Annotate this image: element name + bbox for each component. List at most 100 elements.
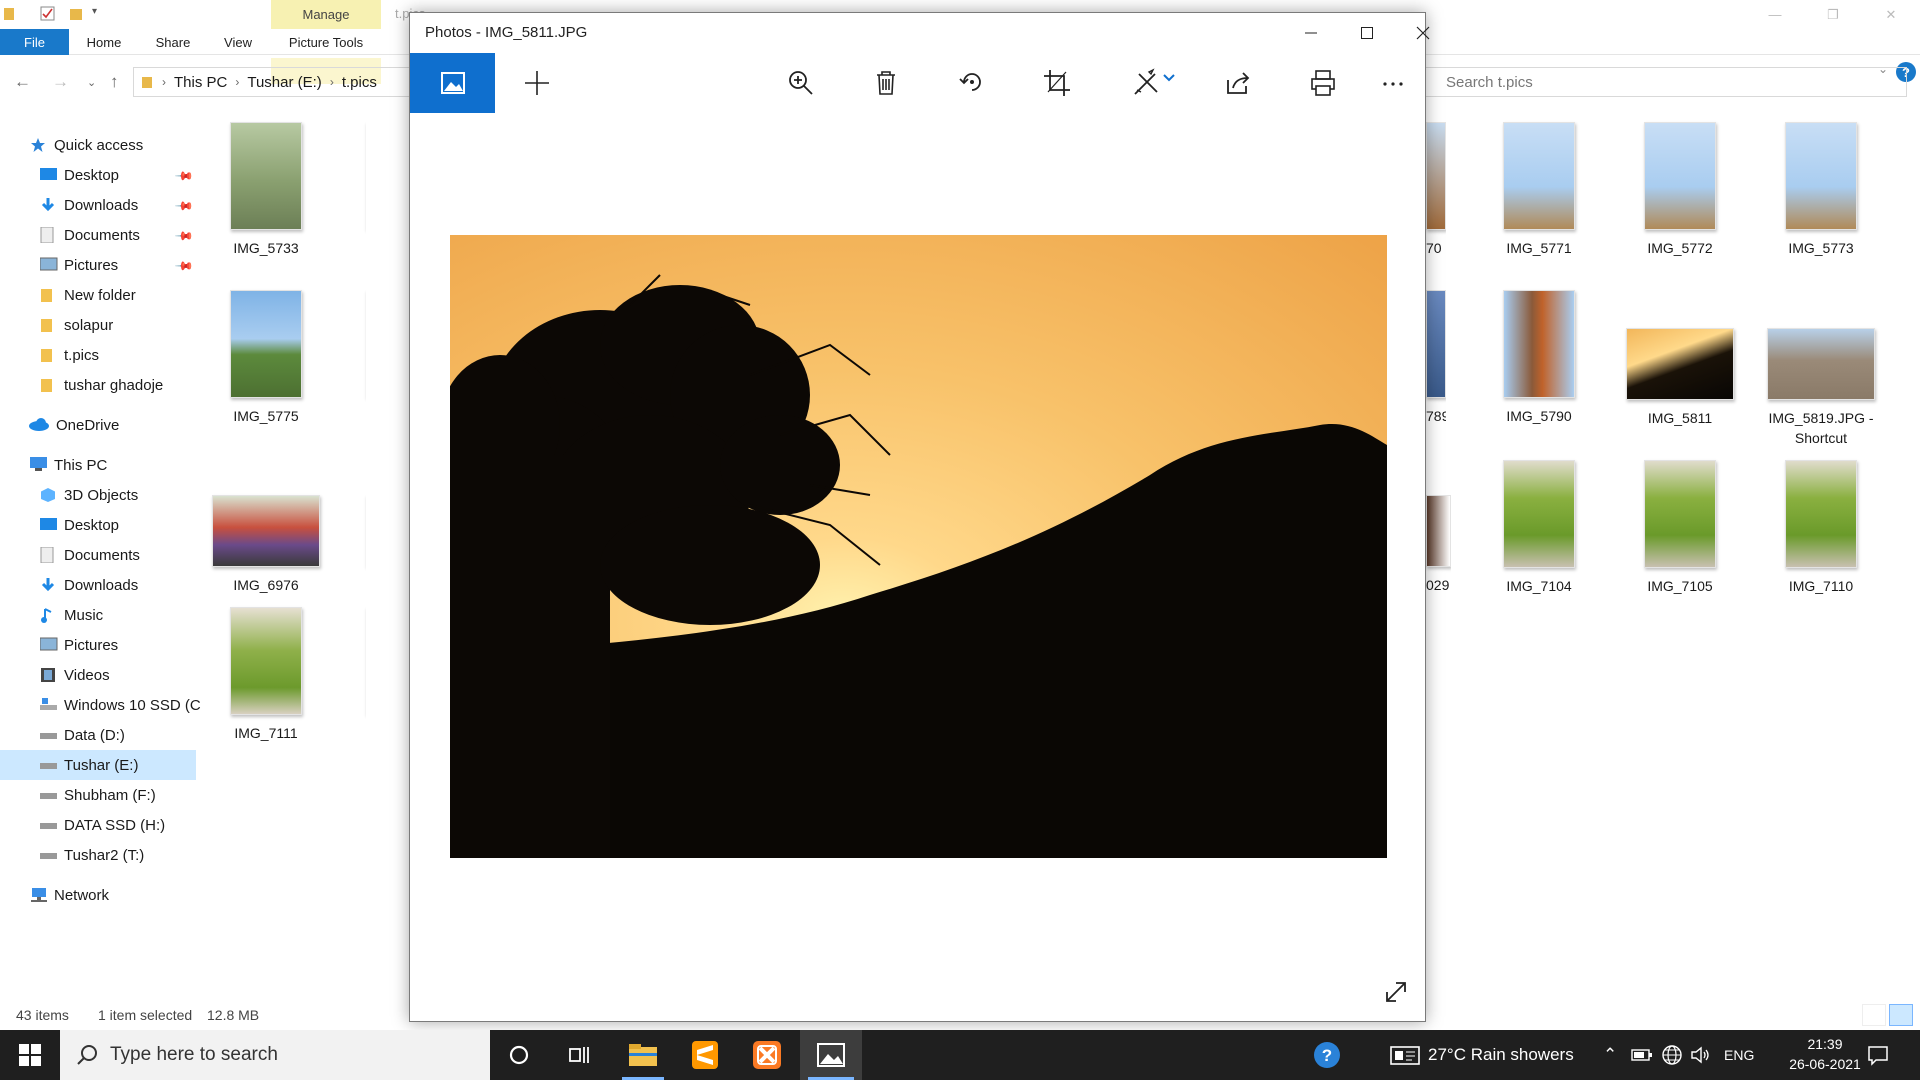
nav-drive-f[interactable]: Shubham (F:) [40, 780, 156, 810]
file-item[interactable]: IMG_7111 [196, 607, 336, 743]
restore-icon[interactable]: ❐ [1804, 0, 1862, 29]
nav-downloads[interactable]: Downloads [40, 190, 138, 220]
nav-desktop[interactable]: Desktop [40, 160, 119, 190]
network-tray[interactable] [1661, 1030, 1683, 1080]
nav-solapur[interactable]: solapur [40, 310, 113, 340]
nav-t-pics[interactable]: t.pics [40, 340, 99, 370]
photo-view[interactable] [450, 235, 1387, 858]
nav-pc-desktop[interactable]: Desktop [40, 510, 119, 540]
file-item[interactable]: IMG_5771 [1469, 122, 1609, 258]
nav-pc-pictures[interactable]: Pictures [39, 630, 118, 660]
nav-drive-t[interactable]: Tushar2 (T:) [40, 840, 144, 870]
close-button[interactable] [1395, 13, 1451, 53]
breadcrumb-tushar-e[interactable]: Tushar (E:) [247, 74, 321, 91]
nav-pictures[interactable]: Pictures [39, 250, 118, 280]
breadcrumb-this-pc[interactable]: This PC [174, 74, 227, 91]
clock[interactable]: 21:39 26-06-2021 [1770, 1034, 1880, 1074]
crop-button[interactable] [1029, 53, 1085, 113]
nav-drive-d[interactable]: Data (D:) [40, 720, 125, 750]
sublime-text-taskbar-button[interactable] [676, 1030, 734, 1080]
xampp-taskbar-button[interactable] [738, 1030, 796, 1080]
up-icon[interactable]: ↑ [110, 72, 119, 92]
tab-picture-tools[interactable]: Picture Tools [271, 29, 381, 55]
nav-pc-documents[interactable]: Documents [40, 540, 140, 570]
tab-view[interactable]: View [213, 29, 263, 55]
tab-home[interactable]: Home [76, 29, 132, 55]
cortana-button[interactable] [490, 1030, 548, 1080]
photos-taskbar-button[interactable] [800, 1030, 862, 1080]
nav-documents[interactable]: Documents [40, 220, 140, 250]
taskbar-search-input[interactable]: Type here to search [60, 1030, 490, 1080]
file-item[interactable]: IM [336, 122, 366, 258]
search-input[interactable]: Search t.pics [1415, 67, 1907, 97]
tab-share[interactable]: Share [147, 29, 199, 55]
forward-icon[interactable]: → [52, 72, 69, 92]
file-item[interactable]: IMG_5772 [1610, 122, 1750, 258]
back-icon[interactable]: ← [14, 72, 31, 92]
nav-videos[interactable]: Videos [40, 660, 110, 690]
delete-button[interactable] [858, 53, 914, 113]
file-item[interactable]: IM [336, 607, 366, 743]
tab-file[interactable]: File [0, 29, 69, 55]
address-bar[interactable]: › This PC › Tushar (E:) › t.pics [133, 67, 413, 97]
help-tray-button[interactable]: ? [1312, 1030, 1342, 1080]
nav-tushar-ghadoje[interactable]: tushar ghadoje [40, 370, 163, 400]
full-screen-button[interactable] [1382, 978, 1410, 1006]
more-options-button[interactable] [1365, 53, 1421, 113]
rotate-button[interactable] [944, 53, 1000, 113]
properties-icon[interactable] [40, 6, 55, 22]
file-item[interactable]: IMG_5775 [196, 290, 336, 426]
file-item[interactable]: IMG_5790 [1469, 290, 1609, 426]
zoom-button[interactable] [773, 53, 829, 113]
manage-tab-header[interactable]: Manage [271, 0, 381, 29]
file-item[interactable]: IM [336, 290, 366, 426]
recent-locations-icon[interactable]: ⌄ [87, 76, 96, 89]
file-item[interactable]: 789 [1426, 290, 1446, 426]
minimize-button[interactable] [1283, 13, 1339, 53]
maximize-button[interactable] [1339, 13, 1395, 53]
file-item[interactable]: IMG_5773 [1751, 122, 1891, 258]
file-item[interactable]: IMG_5811 [1610, 328, 1750, 428]
nav-drive-c[interactable]: Windows 10 SSD (C [40, 690, 201, 720]
file-item[interactable]: 70 [1426, 122, 1446, 258]
nav-quick-access[interactable]: Quick access [30, 130, 143, 160]
file-item[interactable]: IMG_7105 [1610, 460, 1750, 596]
large-icons-view-button[interactable] [1889, 1004, 1913, 1026]
breadcrumb-t-pics[interactable]: t.pics [342, 74, 377, 91]
customize-qat-icon[interactable]: ▾ [92, 6, 106, 22]
see-all-photos-button[interactable] [410, 53, 495, 113]
close-icon[interactable]: ✕ [1862, 0, 1920, 29]
file-item[interactable]: 029 [1426, 495, 1451, 595]
file-item[interactable]: IMG_6976 [196, 495, 336, 595]
show-hidden-icons-button[interactable]: ⌃ [1603, 1030, 1617, 1080]
volume-tray[interactable] [1690, 1030, 1712, 1080]
file-item[interactable]: IM [336, 495, 366, 595]
share-button[interactable] [1210, 53, 1266, 113]
file-item[interactable]: IMG_5733 [196, 122, 336, 258]
start-button[interactable] [0, 1030, 60, 1080]
nav-drive-e[interactable]: Tushar (E:) [0, 750, 196, 780]
new-folder-icon[interactable] [70, 6, 84, 22]
print-button[interactable] [1295, 53, 1351, 113]
file-item[interactable]: IMG_7110 [1751, 460, 1891, 596]
nav-3d-objects[interactable]: 3D Objects [40, 480, 138, 510]
edit-create-button[interactable] [1120, 53, 1186, 113]
battery-tray[interactable] [1631, 1030, 1653, 1080]
details-view-button[interactable] [1862, 1004, 1886, 1026]
nav-onedrive[interactable]: OneDrive [28, 410, 119, 440]
nav-drive-h[interactable]: DATA SSD (H:) [40, 810, 165, 840]
minimize-icon[interactable]: — [1746, 0, 1804, 29]
nav-music[interactable]: Music [40, 600, 103, 630]
file-item[interactable]: IMG_7104 [1469, 460, 1609, 596]
nav-pc-downloads[interactable]: Downloads [40, 570, 138, 600]
nav-this-pc[interactable]: This PC [30, 450, 107, 480]
weather-widget[interactable]: 27°C Rain showers [1390, 1030, 1574, 1080]
nav-network[interactable]: Network [30, 880, 109, 910]
action-center-button[interactable] [1867, 1030, 1889, 1080]
task-view-button[interactable] [551, 1030, 609, 1080]
nav-new-folder[interactable]: New folder [40, 280, 136, 310]
input-language[interactable]: ENG [1724, 1030, 1754, 1080]
file-explorer-taskbar-button[interactable] [614, 1030, 672, 1080]
file-item[interactable]: IMG_5819.JPG - Shortcut [1751, 328, 1891, 448]
add-to-button[interactable] [509, 53, 565, 113]
